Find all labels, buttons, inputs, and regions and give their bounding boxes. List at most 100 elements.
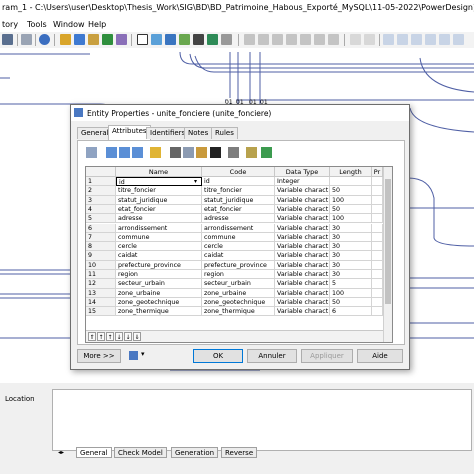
tab-scroll-icon[interactable]: ◂▸ <box>58 449 64 456</box>
cell-length[interactable]: 100 <box>330 288 372 298</box>
cell-length[interactable]: 30 <box>330 270 372 280</box>
folder-icon[interactable] <box>60 34 71 45</box>
cell-primary[interactable] <box>372 186 383 196</box>
cell-name[interactable]: arrondissement <box>116 223 202 233</box>
cell-primary[interactable] <box>372 270 383 280</box>
cell-code[interactable]: caidat <box>202 251 275 261</box>
cell-data-type[interactable]: Variable charact <box>275 195 330 205</box>
table-row[interactable]: 8 cercle cercle Variable charact 30 <box>86 242 383 252</box>
cell-primary[interactable] <box>372 288 383 298</box>
find-icon[interactable] <box>228 147 239 158</box>
cell-name[interactable]: titre_foncier <box>116 186 202 196</box>
cell-code[interactable]: region <box>202 270 275 280</box>
rect-tool-icon[interactable] <box>272 34 283 45</box>
cell-length[interactable]: 100 <box>330 195 372 205</box>
tool-icon[interactable] <box>350 34 361 45</box>
column-header-length[interactable]: Length <box>330 167 372 177</box>
layout-icon[interactable] <box>411 34 422 45</box>
export-excel-icon[interactable] <box>261 147 272 158</box>
output-tab-generation[interactable]: Generation <box>171 447 219 458</box>
table-row[interactable]: 13 zone_urbaine zone_urbaine Variable chara… <box>86 288 383 298</box>
add-row-icon[interactable] <box>106 147 117 158</box>
paste-icon[interactable] <box>196 147 207 158</box>
cell-data-type[interactable]: Variable charact <box>275 214 330 224</box>
cell-length[interactable]: 6 <box>330 307 372 317</box>
column-header-data-type[interactable]: Data Type <box>275 167 330 177</box>
cell-primary[interactable] <box>372 177 383 187</box>
layout-icon[interactable] <box>439 34 450 45</box>
text-tool-icon[interactable] <box>221 34 232 45</box>
cell-data-type[interactable]: Variable charact <box>275 297 330 308</box>
cell-name[interactable]: caidat <box>116 251 202 261</box>
output-tab-reverse[interactable]: Reverse <box>221 447 258 458</box>
nav-down-icon[interactable]: ↓ <box>115 332 123 341</box>
cell-length[interactable]: 5 <box>330 279 372 289</box>
cell-name[interactable]: id <box>116 177 202 187</box>
package-icon[interactable] <box>88 34 99 45</box>
cell-data-type[interactable]: Variable charact <box>275 223 330 233</box>
table-row[interactable]: 6 arrondissement arrondissement Variable ch… <box>86 223 383 233</box>
help-button[interactable]: Aide <box>357 349 403 363</box>
polygon-tool-icon[interactable] <box>328 34 339 45</box>
cell-length[interactable] <box>330 177 372 187</box>
cell-name[interactable]: region <box>116 270 202 280</box>
layout-icon[interactable] <box>453 34 464 45</box>
compare-icon[interactable] <box>116 34 127 45</box>
line-icon[interactable] <box>193 34 204 45</box>
table-row[interactable]: 15 zone_thermique zone_thermique Variable c… <box>86 307 383 317</box>
menu-help[interactable]: Help <box>88 20 106 29</box>
cell-code[interactable]: titre_foncier <box>202 186 275 196</box>
more-button[interactable]: More >> <box>77 349 121 363</box>
cell-length[interactable]: 50 <box>330 186 372 196</box>
cell-data-type[interactable]: Variable charact <box>275 288 330 298</box>
print-preview-icon[interactable] <box>129 351 138 360</box>
table-row[interactable]: 9 caidat caidat Variable charact 30 <box>86 251 383 261</box>
cell-data-type[interactable]: Variable charact <box>275 186 330 196</box>
rectangle-icon[interactable] <box>137 34 148 45</box>
delete-icon[interactable] <box>210 147 221 158</box>
cell-code[interactable]: id <box>202 177 275 187</box>
cell-data-type[interactable]: Variable charact <box>275 270 330 280</box>
table-row[interactable]: 12 secteur_urbain secteur_urbain Variable c… <box>86 279 383 289</box>
table-row[interactable]: 1 id id Integer ▾ <box>86 177 383 187</box>
nav-first-icon[interactable]: ⇑ <box>88 332 96 341</box>
cell-primary[interactable] <box>372 297 383 308</box>
cell-primary[interactable] <box>372 242 383 252</box>
table-row[interactable]: 11 region region Variable charact 30 <box>86 270 383 280</box>
cell-name[interactable]: secteur_urbain <box>116 279 202 289</box>
insert-row-icon[interactable] <box>119 147 130 158</box>
cell-name[interactable]: prefecture_province <box>116 260 202 270</box>
table-row[interactable]: 14 zone_geotechnique zone_geotechnique Vari… <box>86 297 383 308</box>
nav-next-page-icon[interactable]: ↓ <box>124 332 132 341</box>
cell-name[interactable]: adresse <box>116 214 202 224</box>
add-attributes-icon[interactable] <box>132 147 143 158</box>
cell-data-type[interactable]: Integer <box>275 177 330 187</box>
line-tool-icon[interactable] <box>244 34 255 45</box>
cell-data-type[interactable]: Variable charact <box>275 307 330 317</box>
cell-length[interactable]: 50 <box>330 204 372 215</box>
tab-identifiers[interactable]: Identifiers <box>146 127 190 139</box>
cell-length[interactable]: 30 <box>330 232 372 243</box>
cell-data-type[interactable]: Variable charact <box>275 279 330 289</box>
cell-data-type[interactable]: Variable charact <box>275 242 330 252</box>
apply-button[interactable]: Appliquer <box>301 349 353 363</box>
cell-code[interactable]: commune <box>202 232 275 243</box>
cell-dropdown-icon[interactable]: ▾ <box>194 177 197 186</box>
print-icon[interactable] <box>21 34 32 45</box>
cell-code[interactable]: zone_geotechnique <box>202 297 275 308</box>
column-header-name[interactable]: Name <box>116 167 202 177</box>
cell-primary[interactable] <box>372 204 383 215</box>
tab-notes[interactable]: Notes <box>184 127 213 139</box>
cell-data-type[interactable]: Variable charact <box>275 204 330 215</box>
cell-code[interactable]: zone_urbaine <box>202 288 275 298</box>
menu-window[interactable]: Window <box>53 20 85 29</box>
arrow-icon[interactable] <box>207 34 218 45</box>
cell-length[interactable]: 100 <box>330 214 372 224</box>
cell-name[interactable]: zone_geotechnique <box>116 297 202 308</box>
menu-repository[interactable]: tory <box>2 20 18 29</box>
output-tab-check-model[interactable]: Check Model <box>114 447 167 458</box>
cell-length[interactable]: 30 <box>330 223 372 233</box>
tool-icon[interactable] <box>364 34 375 45</box>
output-panel[interactable] <box>52 389 472 451</box>
cell-name[interactable]: commune <box>116 232 202 243</box>
